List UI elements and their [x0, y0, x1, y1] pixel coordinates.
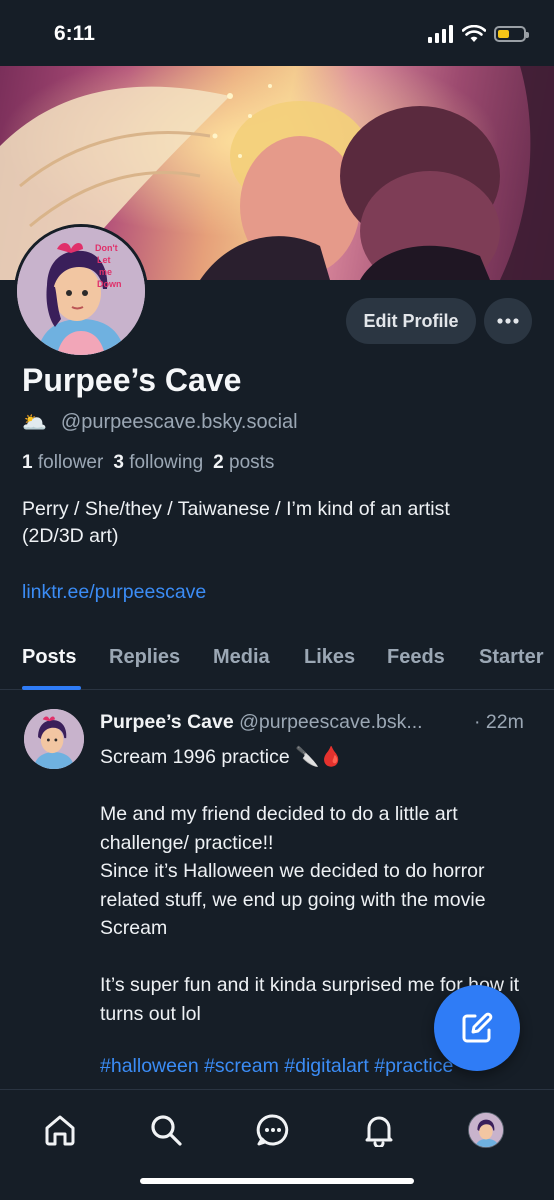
tab-posts[interactable]: Posts [22, 646, 76, 669]
profile-avatar[interactable]: Don't Let me Down [14, 224, 148, 358]
post-avatar-artwork [24, 709, 84, 769]
tab-likes[interactable]: Likes [304, 646, 355, 669]
search-icon [151, 1115, 182, 1146]
signal-icon [428, 25, 453, 43]
profile-bio: Perry / She/they / Taiwanese / I’m kind … [22, 498, 450, 547]
svg-text:Don't: Don't [95, 243, 118, 253]
bell-icon [365, 1116, 393, 1147]
profile-stats: 1 follower 3 following 2 posts [22, 452, 274, 474]
tab-feeds[interactable]: Feeds [387, 646, 445, 669]
tab-media[interactable]: Media [213, 646, 270, 669]
post-author-avatar[interactable] [24, 709, 84, 769]
nav-home[interactable] [40, 1110, 80, 1150]
profile-avatar-small [468, 1112, 504, 1148]
post-timestamp: · 22m [474, 711, 524, 733]
post-author-name[interactable]: Purpee’s Cave [100, 711, 234, 733]
more-options-button[interactable] [484, 298, 532, 344]
handle-row: 🌥️ @purpeescave.bsky.social [22, 410, 298, 435]
posts-stat: 2 posts [213, 452, 275, 473]
status-time: 6:11 [54, 22, 95, 45]
battery-level [498, 30, 509, 38]
edit-profile-button[interactable]: Edit Profile [346, 298, 476, 344]
followers-stat[interactable]: 1 follower [22, 452, 103, 474]
profile-link[interactable]: linktr.ee/purpeescave [22, 581, 206, 604]
active-tab-indicator [22, 686, 81, 690]
nav-search[interactable] [146, 1110, 186, 1150]
following-stat[interactable]: 3 following [113, 452, 203, 474]
svg-text:Let: Let [97, 255, 111, 265]
tab-starter[interactable]: Starter [479, 646, 543, 669]
post-author-handle[interactable]: @purpeescave.bsk... [239, 711, 422, 733]
post-hashtags[interactable]: #halloween #scream #digitalart #practice [100, 1055, 453, 1078]
profile-tabs: Posts Replies Media Likes Feeds Starter [0, 632, 554, 690]
nav-chat[interactable] [253, 1110, 293, 1150]
battery-icon [494, 26, 529, 42]
compose-icon [462, 1012, 493, 1043]
status-icons [428, 25, 529, 43]
status-bar: 6:11 [0, 0, 554, 66]
wifi-icon [462, 25, 486, 42]
avatar-artwork: Don't Let me Down [17, 227, 145, 355]
compose-button[interactable] [434, 985, 520, 1071]
profile-handle[interactable]: @purpeescave.bsky.social [61, 411, 298, 434]
svg-text:Down: Down [97, 279, 122, 289]
handle-emoji: 🌥️ [22, 412, 47, 434]
ellipsis-icon [497, 318, 519, 324]
nav-notifications[interactable] [359, 1110, 399, 1150]
home-indicator [140, 1178, 414, 1184]
chat-icon [256, 1114, 289, 1146]
svg-text:me: me [99, 267, 112, 277]
nav-profile[interactable] [466, 1110, 506, 1150]
display-name: Purpee’s Cave [22, 362, 242, 398]
tab-replies[interactable]: Replies [109, 646, 180, 669]
home-icon [45, 1115, 75, 1146]
profile-screen: 6:11 Don't Let me Down Edit Profile Purp… [0, 0, 554, 1200]
